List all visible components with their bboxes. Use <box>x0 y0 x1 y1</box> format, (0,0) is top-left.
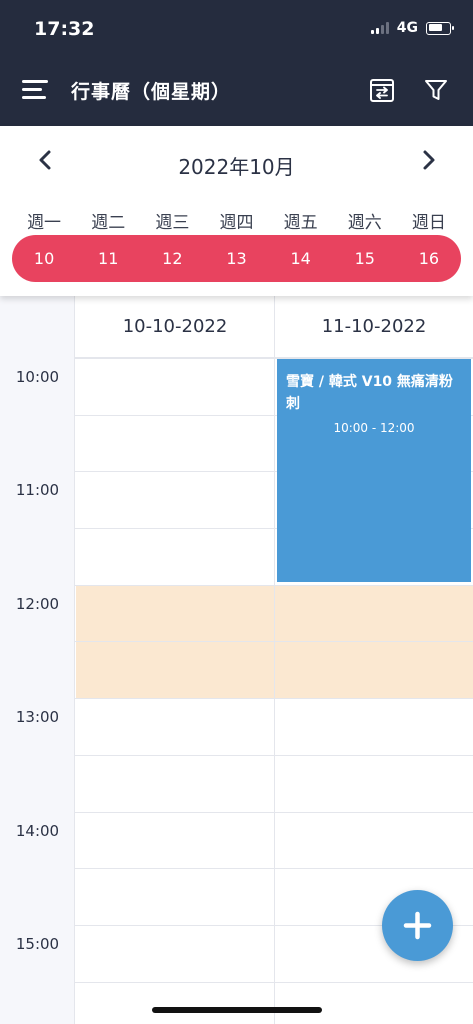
month-title: 2022年10月 <box>178 155 295 179</box>
weekday-label: 週四 <box>219 213 254 233</box>
half-hour-line <box>75 982 473 983</box>
weekday-label: 週五 <box>283 213 318 233</box>
network-label: 4G <box>396 20 418 36</box>
page-title: 行事曆（個星期） <box>71 81 232 103</box>
day-column-header: 11-10-2022 <box>275 296 473 358</box>
chevron-right-icon[interactable] <box>418 148 440 172</box>
hour-line <box>75 698 473 699</box>
battery-icon <box>426 21 454 35</box>
half-hour-line <box>75 868 473 869</box>
switch-view-icon[interactable] <box>369 77 395 103</box>
half-hour-line <box>75 641 473 642</box>
date-item[interactable]: 14 <box>269 249 333 268</box>
half-hour-line <box>75 755 473 756</box>
add-appointment-button[interactable] <box>382 890 453 961</box>
event-title: 雪寶 / 韓式 V10 無痛清粉刺 <box>286 374 453 412</box>
date-item[interactable]: 13 <box>204 249 268 268</box>
weekday-label: 週三 <box>155 213 190 233</box>
date-item[interactable]: 10 <box>12 249 76 268</box>
weekday-label: 週一 <box>27 213 62 233</box>
time-label: 10:00 <box>15 368 60 386</box>
filter-icon[interactable] <box>423 77 449 103</box>
hour-line <box>75 585 473 586</box>
home-indicator <box>152 1007 322 1013</box>
weekday-label: 週日 <box>411 213 446 233</box>
weekday-row: 週一 週二 週三 週四 週五 週六 週日 <box>12 208 461 233</box>
weekday-label: 週二 <box>91 213 126 233</box>
plus-icon <box>403 911 432 940</box>
time-label: 13:00 <box>15 708 60 726</box>
column-divider <box>274 296 275 1024</box>
week-selector: 2022年10月 週一 週二 週三 週四 週五 週六 週日 10 11 12 1… <box>0 126 473 296</box>
date-item[interactable]: 16 <box>397 249 461 268</box>
day-column-header: 10-10-2022 <box>75 296 275 358</box>
hamburger-icon[interactable] <box>22 80 48 100</box>
time-label: 12:00 <box>15 595 60 613</box>
date-item[interactable]: 15 <box>333 249 397 268</box>
app-header: 17:32 4G 行事曆（個星期） <box>0 0 473 126</box>
status-time: 17:32 <box>34 18 95 40</box>
status-indicators: 4G <box>370 20 454 36</box>
time-label: 11:00 <box>15 481 60 499</box>
date-item[interactable]: 11 <box>76 249 140 268</box>
time-label: 15:00 <box>15 935 60 953</box>
weekday-label: 週六 <box>347 213 382 233</box>
hour-line <box>75 812 473 813</box>
date-item[interactable]: 12 <box>140 249 204 268</box>
event-time: 10:00 - 12:00 <box>333 421 415 435</box>
signal-icon <box>370 22 389 34</box>
week-dates-bar: 10 11 12 13 14 15 16 <box>12 235 461 282</box>
time-column <box>0 296 75 1024</box>
time-label: 14:00 <box>15 822 60 840</box>
appointment-event[interactable]: 雪寶 / 韓式 V10 無痛清粉刺 10:00 - 12:00 <box>277 359 471 582</box>
